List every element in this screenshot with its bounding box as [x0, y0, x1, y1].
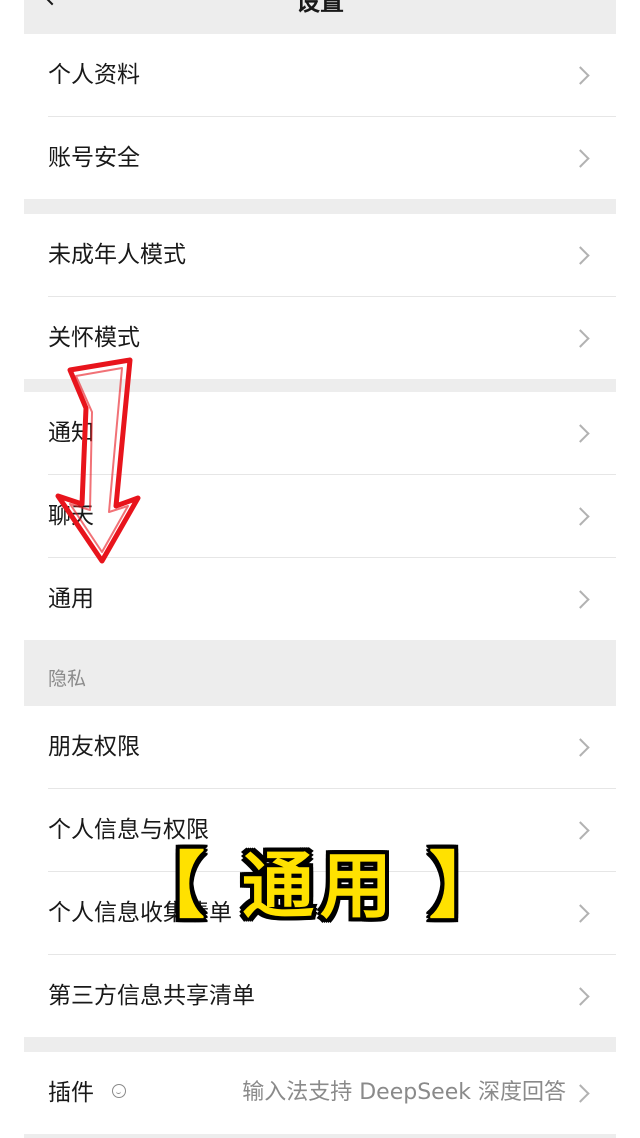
row-third-party-sharing[interactable]: 第三方信息共享清单	[48, 955, 616, 1037]
settings-group-plugins: 插件 输入法支持 DeepSeek 深度回答	[24, 1052, 616, 1134]
plugin-badge-icon	[112, 1084, 126, 1098]
chevron-right-icon	[571, 507, 590, 526]
chevron-right-icon	[571, 590, 590, 609]
row-label: 账号安全	[48, 145, 140, 171]
chevron-right-icon	[571, 987, 590, 1006]
chevron-right-icon	[571, 246, 590, 265]
chevron-right-icon	[571, 149, 590, 168]
nav-bar: 设置	[24, 0, 616, 34]
chevron-right-icon	[571, 66, 590, 85]
overlay-caption: 【 通用 】	[132, 844, 508, 928]
red-arrow-annotation	[55, 357, 141, 564]
row-minor-mode[interactable]: 未成年人模式	[48, 214, 616, 297]
row-plugins[interactable]: 插件 输入法支持 DeepSeek 深度回答	[48, 1052, 616, 1134]
chevron-right-icon	[571, 329, 590, 348]
page-title: 设置	[296, 0, 344, 16]
row-profile[interactable]: 个人资料	[48, 34, 616, 117]
row-friend-permissions[interactable]: 朋友权限	[48, 706, 616, 789]
row-label: 未成年人模式	[48, 242, 186, 268]
settings-group-account: 个人资料 账号安全	[24, 34, 616, 199]
row-account-security[interactable]: 账号安全	[48, 117, 616, 199]
row-label: 个人资料	[48, 62, 140, 88]
row-label: 朋友权限	[48, 734, 140, 760]
row-value: 输入法支持 DeepSeek 深度回答	[242, 1080, 566, 1105]
settings-group-modes: 未成年人模式 关怀模式	[24, 214, 616, 379]
chevron-right-icon	[571, 1084, 590, 1103]
chevron-right-icon	[571, 821, 590, 840]
chevron-right-icon	[571, 738, 590, 757]
chevron-right-icon	[571, 424, 590, 443]
red-arrow-shape	[55, 357, 141, 564]
section-header-privacy: 隐私	[48, 668, 87, 690]
row-label: 第三方信息共享清单	[48, 983, 255, 1009]
row-label: 插件	[48, 1080, 94, 1106]
